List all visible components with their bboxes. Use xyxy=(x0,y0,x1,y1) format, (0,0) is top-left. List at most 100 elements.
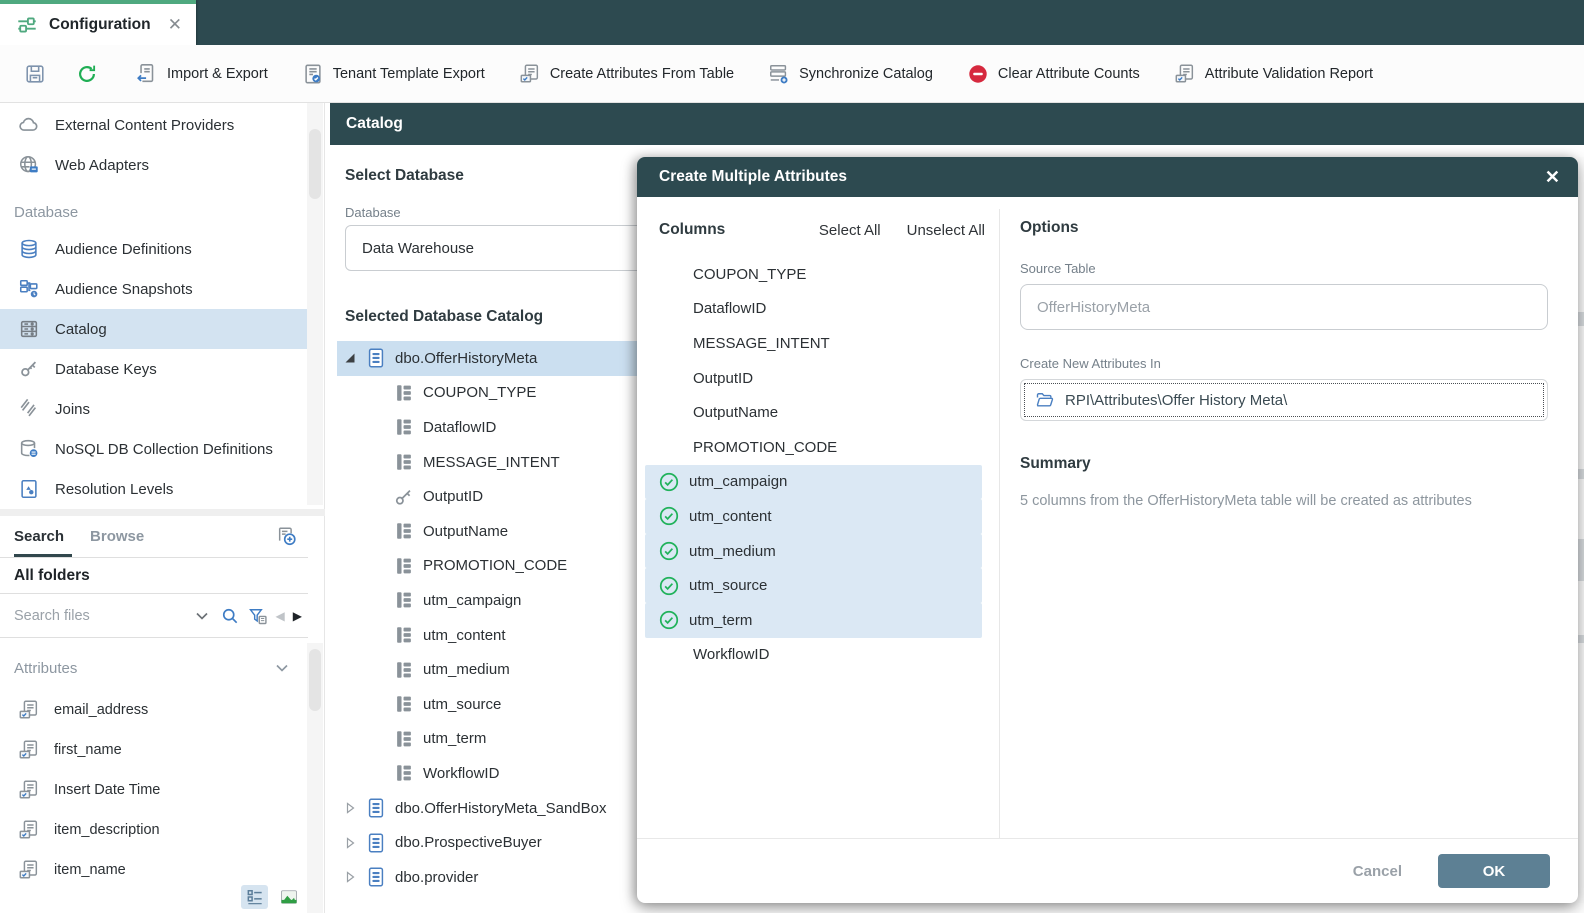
list-view-toggle[interactable] xyxy=(241,885,268,909)
column-option-selected[interactable]: utm_source xyxy=(645,568,982,603)
sidebar-item-database-keys[interactable]: Database Keys xyxy=(0,349,308,389)
sidebar-scrollbar-track-bottom[interactable] xyxy=(307,643,323,913)
sidebar-item-web-adapters[interactable]: Web Adapters xyxy=(0,145,308,185)
sidebar-item-joins[interactable]: Joins xyxy=(0,389,308,429)
attribute-item-email-address[interactable]: email_address xyxy=(0,690,308,730)
column-icon xyxy=(393,520,415,542)
tree-node-table[interactable]: dbo.provider xyxy=(337,860,667,895)
tree-column-row[interactable]: WorkflowID xyxy=(337,756,667,791)
attributes-section-header[interactable]: Attributes xyxy=(0,646,308,690)
search-input[interactable] xyxy=(14,608,184,624)
create-multiple-attributes-dialog: Create Multiple Attributes ✕ Columns Sel… xyxy=(637,157,1578,903)
sidebar-scrollbar-thumb[interactable] xyxy=(309,649,321,711)
check-circle-icon xyxy=(658,540,680,562)
chevron-down-icon[interactable] xyxy=(272,658,292,678)
tab-configuration[interactable]: Configuration ✕ xyxy=(0,0,196,45)
tab-search[interactable]: Search xyxy=(14,528,64,545)
tab-browse[interactable]: Browse xyxy=(90,528,144,545)
create-in-folder-picker[interactable]: RPI\Attributes\Offer History Meta\ xyxy=(1020,379,1548,421)
refresh-button[interactable] xyxy=(76,63,98,85)
create-attributes-from-table-button[interactable]: Create Attributes From Table xyxy=(519,63,734,85)
column-option-selected[interactable]: utm_content xyxy=(645,499,982,534)
nav-forward-icon[interactable]: ▶ xyxy=(293,610,302,622)
sidebar-scrollbar-track-top[interactable] xyxy=(307,103,323,505)
column-option-selected[interactable]: utm_term xyxy=(645,603,982,638)
save-button[interactable] xyxy=(24,63,46,85)
column-option-label: utm_medium xyxy=(689,543,776,560)
table-icon xyxy=(365,347,387,369)
column-icon xyxy=(393,416,415,438)
tree-node-table[interactable]: dbo.ProspectiveBuyer xyxy=(337,825,667,860)
tree-column-row[interactable]: utm_content xyxy=(337,618,667,653)
dialog-options-panel: Options Source Table OfferHistoryMeta Cr… xyxy=(1020,157,1548,509)
tree-node-table[interactable]: dbo.OfferHistoryMeta_SandBox xyxy=(337,791,667,826)
cancel-button[interactable]: Cancel xyxy=(1353,863,1402,880)
tree-node-root-table[interactable]: dbo.OfferHistoryMeta xyxy=(337,341,667,376)
column-option[interactable]: WorkflowID xyxy=(637,638,999,673)
tree-column-row[interactable]: COUPON_TYPE xyxy=(337,376,667,411)
tree-expanded-icon[interactable] xyxy=(343,352,357,364)
sidebar-scrollbar-thumb[interactable] xyxy=(309,129,321,199)
globe-icon xyxy=(18,154,40,176)
column-option[interactable]: OutputID xyxy=(637,361,999,396)
tree-collapsed-icon[interactable] xyxy=(343,837,357,849)
tree-column-row[interactable]: OutputName xyxy=(337,514,667,549)
column-option-selected[interactable]: utm_campaign xyxy=(645,465,982,500)
chevron-down-icon[interactable] xyxy=(192,606,212,626)
attribute-validation-report-button[interactable]: Attribute Validation Report xyxy=(1174,63,1373,85)
columns-heading: Columns xyxy=(659,221,725,239)
sidebar-item-audience-snapshots[interactable]: Audience Snapshots xyxy=(0,269,308,309)
tenant-template-export-button[interactable]: Tenant Template Export xyxy=(302,63,485,85)
tab-close-icon[interactable]: ✕ xyxy=(168,16,182,33)
import-export-button[interactable]: Import & Export xyxy=(136,63,268,85)
attribute-item-item-description[interactable]: item_description xyxy=(0,810,308,850)
filter-icon[interactable] xyxy=(248,606,268,626)
dialog-title: Create Multiple Attributes xyxy=(659,168,847,186)
column-icon xyxy=(393,762,415,784)
sidebar-item-nosql-db-collection-definitions[interactable]: NoSQL DB Collection Definitions xyxy=(0,429,308,469)
toolbar-button-label: Import & Export xyxy=(167,66,268,82)
selected-database-catalog-heading: Selected Database Catalog xyxy=(345,308,543,326)
column-option[interactable]: OutputName xyxy=(637,395,999,430)
folder-scope-label[interactable]: All folders xyxy=(0,558,308,594)
attribute-item-first-name[interactable]: first_name xyxy=(0,730,308,770)
sidebar-item-resolution-levels[interactable]: Resolution Levels xyxy=(0,469,308,509)
ok-button[interactable]: OK xyxy=(1438,854,1550,888)
sidebar-item-audience-definitions[interactable]: Audience Definitions xyxy=(0,229,308,269)
sidebar-item-external-content-providers[interactable]: External Content Providers xyxy=(0,105,308,145)
table-icon xyxy=(365,866,387,888)
add-file-icon[interactable] xyxy=(276,525,298,547)
tree-column-row[interactable]: utm_campaign xyxy=(337,583,667,618)
tree-column-row[interactable]: PROMOTION_CODE xyxy=(337,549,667,584)
tree-collapsed-icon[interactable] xyxy=(343,871,357,883)
clear-attribute-counts-button[interactable]: Clear Attribute Counts xyxy=(967,63,1140,85)
source-table-input[interactable]: OfferHistoryMeta xyxy=(1020,284,1548,330)
column-option-label: MESSAGE_INTENT xyxy=(693,335,830,352)
column-option[interactable]: COUPON_TYPE xyxy=(637,257,999,292)
select-all-link[interactable]: Select All xyxy=(819,222,881,239)
column-option-selected[interactable]: utm_medium xyxy=(645,534,982,569)
dialog-footer: Cancel OK xyxy=(637,838,1578,903)
tree-column-row[interactable]: utm_medium xyxy=(337,652,667,687)
synchronize-catalog-button[interactable]: Synchronize Catalog xyxy=(768,63,933,85)
attribute-label: item_name xyxy=(54,862,126,878)
image-view-toggle[interactable] xyxy=(275,885,302,909)
tree-column-row[interactable]: MESSAGE_INTENT xyxy=(337,445,667,480)
attribute-item-item-name[interactable]: item_name xyxy=(0,850,308,890)
column-option[interactable]: PROMOTION_CODE xyxy=(637,430,999,465)
column-option[interactable]: DataflowID xyxy=(637,292,999,327)
tree-column-row-key[interactable]: OutputID xyxy=(337,479,667,514)
tree-column-row[interactable]: utm_term xyxy=(337,722,667,757)
attribute-item-insert-date-time[interactable]: Insert Date Time xyxy=(0,770,308,810)
tree-collapsed-icon[interactable] xyxy=(343,802,357,814)
tree-column-row[interactable]: utm_source xyxy=(337,687,667,722)
sidebar-item-catalog[interactable]: Catalog xyxy=(0,309,308,349)
unselect-all-link[interactable]: Unselect All xyxy=(907,222,985,239)
sidebar-item-label: Joins xyxy=(55,401,90,418)
search-icon[interactable] xyxy=(220,606,240,626)
nav-back-icon[interactable]: ◀ xyxy=(276,610,285,622)
tree-column-row[interactable]: DataflowID xyxy=(337,410,667,445)
column-option[interactable]: MESSAGE_INTENT xyxy=(637,326,999,361)
table-icon xyxy=(365,797,387,819)
view-toggles xyxy=(241,885,302,909)
